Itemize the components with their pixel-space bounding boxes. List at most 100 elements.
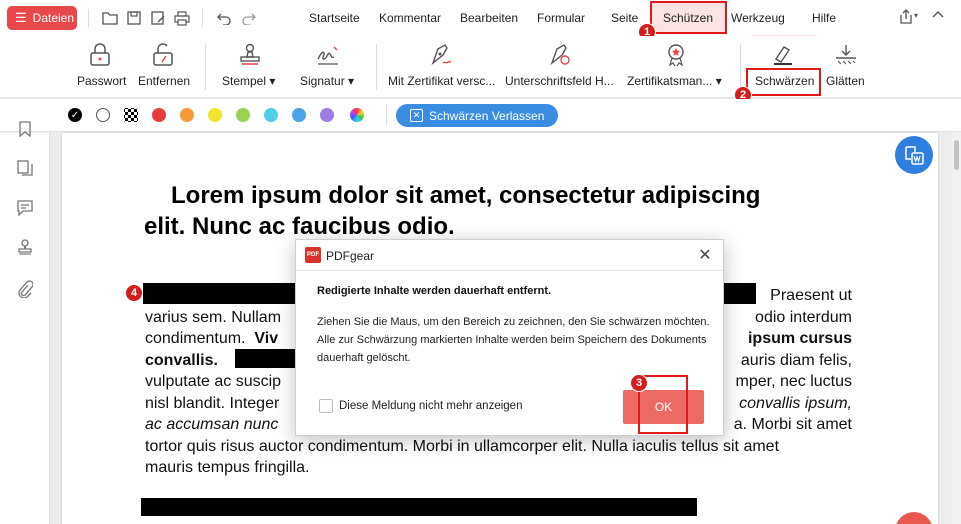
- unlock-icon: [150, 42, 176, 68]
- hamburger-icon: ☰: [15, 10, 27, 25]
- file-menu-label: Dateien: [32, 11, 75, 25]
- menu-startseite[interactable]: Startseite: [309, 11, 360, 25]
- color-cyan-swatch[interactable]: [264, 108, 278, 122]
- ribbon-signature-button[interactable]: Signatur ▾: [300, 36, 354, 98]
- redo-icon[interactable]: [238, 8, 258, 28]
- divider: [202, 9, 203, 27]
- highlight-box-1: [650, 1, 727, 34]
- dont-show-again-label[interactable]: Diese Meldung nicht mehr anzeigen: [339, 400, 522, 412]
- paragraph-text: Praesent ut: [770, 287, 852, 304]
- menu-bearbeiten[interactable]: Bearbeiten: [460, 11, 518, 25]
- paragraph-text: convallis ipsum,: [739, 394, 852, 412]
- color-white-swatch[interactable]: [96, 108, 110, 122]
- paragraph-text: Viv: [254, 330, 279, 347]
- ribbon-label: Entfernen: [138, 74, 191, 88]
- collapse-ribbon-icon[interactable]: [932, 9, 944, 24]
- color-black-swatch[interactable]: ✓: [68, 108, 82, 122]
- print-icon[interactable]: [172, 8, 192, 28]
- paragraph-line: tortor quis risus auctor condimentum. Mo…: [145, 436, 852, 458]
- paragraph-text: condimentum.: [145, 330, 246, 347]
- paragraph-text: nisl blandit. Integer: [145, 394, 280, 412]
- save-as-icon[interactable]: [148, 8, 168, 28]
- ribbon-label: Zertifikatsman... ▾: [627, 74, 722, 88]
- close-icon[interactable]: ✕: [696, 246, 714, 264]
- undo-icon[interactable]: [214, 8, 234, 28]
- file-menu-button[interactable]: ☰ Dateien: [7, 6, 77, 30]
- attachment-icon[interactable]: [15, 279, 35, 299]
- color-purple-swatch[interactable]: [320, 108, 334, 122]
- vertical-scrollbar[interactable]: [952, 133, 961, 524]
- redact-icon: [770, 42, 796, 68]
- ribbon-cert-manager-button[interactable]: Zertifikatsman... ▾: [627, 36, 722, 98]
- divider: [376, 44, 377, 90]
- menu-hilfe[interactable]: Hilfe: [812, 11, 836, 25]
- paragraph-text: vulputate ac suscip: [145, 373, 282, 390]
- ribbon-password-button[interactable]: Passwort: [77, 36, 126, 98]
- menu-seite[interactable]: Seite: [611, 11, 638, 25]
- document-heading: Lorem ipsum dolor sit amet, consectetur …: [144, 180, 844, 242]
- color-green-swatch[interactable]: [236, 108, 250, 122]
- ribbon-flatten-button[interactable]: Glätten: [826, 36, 865, 98]
- pages-icon[interactable]: [15, 158, 35, 178]
- share-dropdown-icon[interactable]: ▾: [914, 11, 918, 20]
- signature-icon: [315, 42, 341, 68]
- divider: [205, 44, 206, 90]
- signature-field-icon: [547, 42, 573, 68]
- ribbon-label: Stempel ▾: [222, 74, 276, 88]
- ribbon-label: Glätten: [826, 74, 865, 88]
- paragraph-text: mauris tempus fringilla.: [145, 459, 310, 476]
- menu-kommentar[interactable]: Kommentar: [379, 11, 441, 25]
- menu-formular[interactable]: Formular: [537, 11, 585, 25]
- color-red-swatch[interactable]: [152, 108, 166, 122]
- paragraph-text: auris diam felis,: [740, 351, 852, 369]
- ribbon-label: Signatur ▾: [300, 74, 355, 88]
- comment-icon[interactable]: [15, 198, 35, 218]
- ribbon-label: Unterschriftsfeld H...: [505, 74, 614, 88]
- ribbon-remove-button[interactable]: Entfernen: [138, 36, 190, 98]
- divider: [740, 44, 741, 90]
- certificate-manager-icon: [663, 42, 689, 68]
- dialog-title: PDFgear: [326, 249, 375, 263]
- ribbon-cert-sign-button[interactable]: Mit Zertifikat versc...: [388, 36, 495, 98]
- open-folder-icon[interactable]: [100, 8, 120, 28]
- menu-werkzeug[interactable]: Werkzeug: [731, 11, 785, 25]
- color-checker-swatch[interactable]: [124, 108, 138, 122]
- ribbon-signature-field-button[interactable]: Unterschriftsfeld H...: [505, 36, 614, 98]
- ribbon-stamp-button[interactable]: Stempel ▾: [222, 36, 275, 98]
- paragraph-text: a. Morbi sit amet: [733, 416, 852, 433]
- color-orange-swatch[interactable]: [180, 108, 194, 122]
- heading-line-1: Lorem ipsum dolor sit amet, consectetur …: [171, 182, 761, 209]
- convert-to-word-button[interactable]: [895, 136, 933, 174]
- left-sidebar: [0, 121, 50, 524]
- paragraph-text: ac accumsan nunc: [145, 416, 279, 433]
- heading-line-2: elit. Nunc ac faucibus odio.: [144, 213, 455, 240]
- dialog-titlebar: PDF PDFgear ✕: [296, 240, 723, 271]
- color-blue-swatch[interactable]: [292, 108, 306, 122]
- ribbon-label: Mit Zertifikat versc...: [388, 74, 496, 88]
- paragraph-text: mper, nec luctus: [735, 373, 853, 390]
- bookmark-icon[interactable]: [15, 119, 35, 139]
- share-icon[interactable]: [898, 9, 914, 27]
- convert-word-icon: [905, 146, 924, 165]
- exit-redaction-label: Schwärzen Verlassen: [429, 108, 545, 123]
- step-badge-4: 4: [125, 284, 143, 302]
- lock-icon: [87, 42, 113, 68]
- redaction-mark[interactable]: [141, 498, 697, 516]
- color-picker-swatch[interactable]: [350, 108, 364, 122]
- save-icon[interactable]: [124, 8, 144, 28]
- stamp-icon[interactable]: [15, 237, 35, 257]
- paragraph-line: mauris tempus fringilla.: [145, 457, 852, 479]
- pdfgear-logo-icon: PDF: [305, 247, 321, 263]
- color-yellow-swatch[interactable]: [208, 108, 222, 122]
- dialog-message: Ziehen Sie die Maus, um den Bereich zu z…: [317, 316, 710, 364]
- paragraph-text: tortor quis risus auctor condimentum. Mo…: [145, 437, 780, 455]
- scrollbar-thumb[interactable]: [954, 140, 959, 170]
- dialog-heading: Redigierte Inhalte werden dauerhaft entf…: [317, 285, 552, 297]
- step-badge-3: 3: [630, 374, 648, 392]
- flatten-icon: [833, 42, 859, 68]
- paragraph-text: odio interdum: [755, 308, 852, 326]
- dont-show-again-checkbox[interactable]: [319, 399, 333, 413]
- paragraph-text: convallis.: [145, 351, 218, 369]
- paragraph-text: varius sem. Nullam: [145, 308, 282, 326]
- exit-redaction-button[interactable]: ✕ Schwärzen Verlassen: [396, 104, 558, 127]
